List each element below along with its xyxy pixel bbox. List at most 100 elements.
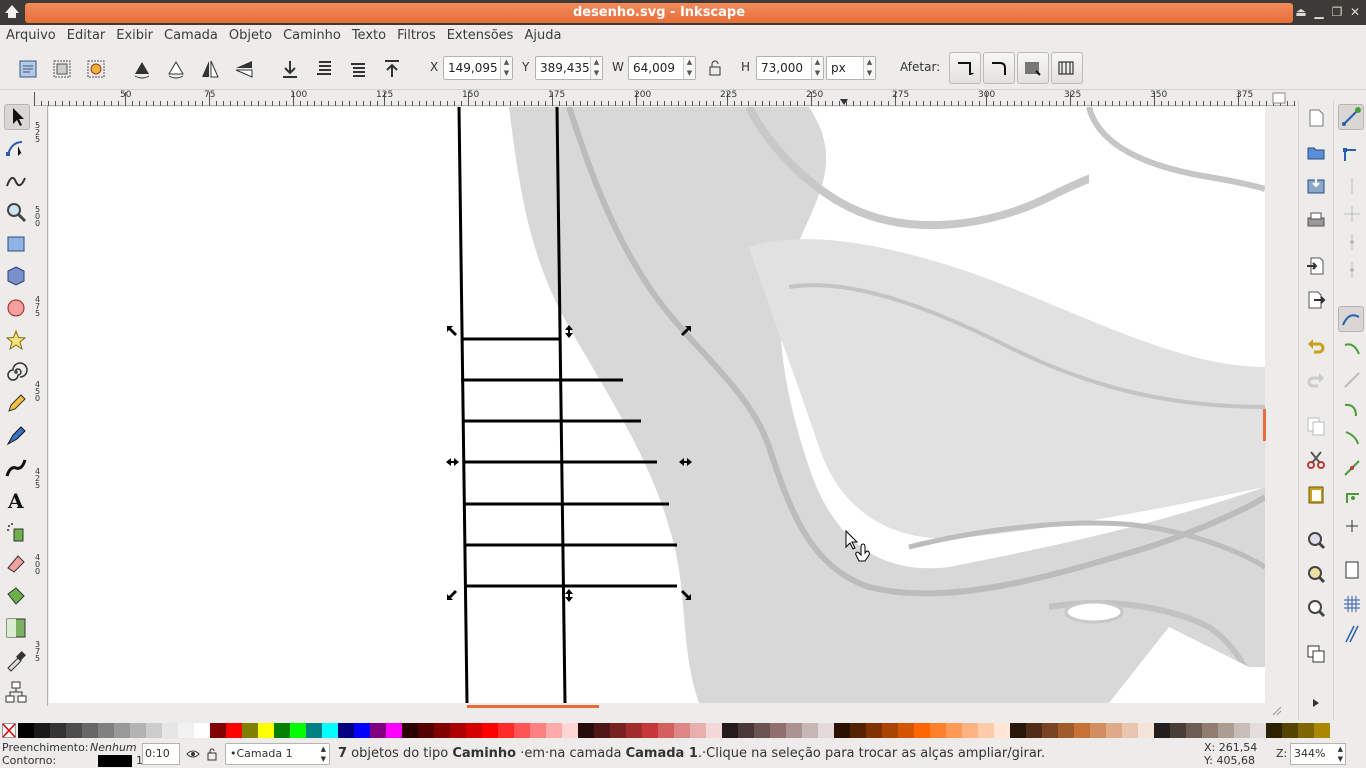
transform-gradients-toggle[interactable] <box>1017 52 1049 84</box>
lower-icon[interactable] <box>313 58 335 80</box>
calligraphy-tool[interactable] <box>4 456 30 482</box>
color-swatch[interactable] <box>194 723 210 738</box>
snap-bbox-edge-icon[interactable] <box>1342 176 1362 196</box>
color-swatch[interactable] <box>82 723 98 738</box>
color-swatch[interactable] <box>274 723 290 738</box>
color-swatch[interactable] <box>770 723 786 738</box>
color-swatch[interactable] <box>66 723 82 738</box>
color-swatch[interactable] <box>642 723 658 738</box>
color-swatch[interactable] <box>930 723 946 738</box>
snap-object-centers-icon[interactable] <box>1342 486 1362 506</box>
color-swatch[interactable] <box>418 723 434 738</box>
color-swatch[interactable] <box>1282 723 1298 738</box>
color-swatch[interactable] <box>290 723 306 738</box>
lock-guides-icon[interactable] <box>1272 92 1286 104</box>
flip-horizontal-icon[interactable] <box>199 58 221 80</box>
color-swatch[interactable] <box>114 723 130 738</box>
x-input[interactable]: 149,095 ▲ ▼ <box>443 56 513 80</box>
zoom-tool[interactable] <box>4 200 30 226</box>
selector-tool[interactable] <box>4 104 30 130</box>
maximize-icon[interactable]: ❐ <box>1330 4 1344 20</box>
select-all-layers-icon[interactable] <box>51 58 73 80</box>
horizontal-ruler[interactable]: 50 75 100 125 150 175 200 225 250 275 30… <box>34 90 1296 106</box>
scale-stroke-toggle[interactable] <box>949 52 981 84</box>
zoom-drawing-icon[interactable] <box>1306 564 1326 584</box>
window-menu-icon[interactable]: ⏏ <box>1294 4 1308 20</box>
color-swatch[interactable] <box>594 723 610 738</box>
h-input[interactable]: 73,000 ▲ ▼ <box>756 56 824 80</box>
color-swatch[interactable] <box>850 723 866 738</box>
drawing-canvas[interactable] <box>49 107 1265 703</box>
transform-patterns-toggle[interactable] <box>1051 52 1083 84</box>
color-swatch[interactable] <box>978 723 994 738</box>
select-all-icon[interactable] <box>17 58 39 80</box>
color-swatch[interactable] <box>1234 723 1250 738</box>
menu-ajuda[interactable]: Ajuda <box>524 28 561 43</box>
menu-exibir[interactable]: Exibir <box>116 28 153 43</box>
pencil-tool[interactable] <box>4 392 30 418</box>
snap-bbox-icon[interactable] <box>1342 144 1362 164</box>
text-tool[interactable]: A <box>4 488 30 514</box>
color-swatch[interactable] <box>162 723 178 738</box>
snap-paths-icon[interactable] <box>1342 340 1362 360</box>
color-swatch[interactable] <box>1186 723 1202 738</box>
paint-bucket-tool[interactable] <box>4 584 30 610</box>
stroke-color-swatch[interactable] <box>98 755 132 767</box>
color-swatch[interactable] <box>674 723 690 738</box>
print-icon[interactable] <box>1306 210 1326 230</box>
rectangle-tool[interactable] <box>4 232 30 258</box>
color-swatch[interactable] <box>1122 723 1138 738</box>
color-palette[interactable] <box>0 722 1366 739</box>
import-icon[interactable] <box>1306 256 1326 276</box>
color-swatch[interactable] <box>1138 723 1154 738</box>
gradient-tool[interactable] <box>4 616 30 642</box>
color-swatch[interactable] <box>482 723 498 738</box>
color-swatch[interactable] <box>946 723 962 738</box>
raise-to-top-icon[interactable] <box>381 58 403 80</box>
color-swatch[interactable] <box>882 723 898 738</box>
vertical-scroll-thumb[interactable] <box>1263 409 1266 441</box>
rotate-ccw-icon[interactable] <box>131 58 153 80</box>
color-swatch[interactable] <box>386 723 402 738</box>
y-spin-arrows[interactable]: ▲ ▼ <box>590 57 602 79</box>
color-swatch[interactable] <box>1010 723 1026 738</box>
resize-grip-icon[interactable] <box>1271 705 1283 717</box>
color-swatch[interactable] <box>1058 723 1074 738</box>
w-spin-arrows[interactable]: ▲ ▼ <box>683 57 695 79</box>
color-swatch[interactable] <box>1266 723 1282 738</box>
close-icon[interactable]: ✕ <box>1348 4 1362 20</box>
snap-intersections-icon[interactable] <box>1342 370 1362 390</box>
palette-swatches[interactable] <box>18 722 1330 739</box>
color-swatch[interactable] <box>210 723 226 738</box>
snap-cusp-nodes-icon[interactable] <box>1342 400 1362 420</box>
layer-select[interactable]: •Camada 1 ▲ ▼ <box>225 743 330 765</box>
fill-value[interactable]: Nenhum <box>90 741 137 754</box>
vertical-ruler[interactable]: 525 500 475 450 425 400 375 <box>34 106 48 706</box>
color-swatch[interactable] <box>706 723 722 738</box>
copy-icon[interactable] <box>1306 416 1326 436</box>
color-swatch[interactable] <box>242 723 258 738</box>
color-swatch[interactable] <box>610 723 626 738</box>
color-swatch[interactable] <box>338 723 354 738</box>
color-swatch[interactable] <box>754 723 770 738</box>
color-swatch[interactable] <box>626 723 642 738</box>
more-commands-icon[interactable] <box>1311 698 1321 708</box>
color-swatch[interactable] <box>1026 723 1042 738</box>
snap-bbox-corner-icon[interactable] <box>1342 204 1362 224</box>
color-swatch[interactable] <box>1250 723 1266 738</box>
snap-toggle[interactable] <box>1338 104 1364 130</box>
color-swatch[interactable] <box>1298 723 1314 738</box>
tweak-tool[interactable] <box>4 168 30 194</box>
color-swatch[interactable] <box>818 723 834 738</box>
scale-handle-top-left[interactable] <box>447 326 457 336</box>
h-spin-arrows[interactable]: ▲ ▼ <box>811 57 823 79</box>
open-folder-icon[interactable] <box>1306 142 1326 162</box>
connector-tool[interactable] <box>4 680 30 706</box>
color-swatch[interactable] <box>786 723 802 738</box>
w-input[interactable]: 64,009 ▲ ▼ <box>628 56 696 80</box>
color-swatch[interactable] <box>1090 723 1106 738</box>
color-swatch[interactable] <box>226 723 242 738</box>
color-swatch[interactable] <box>258 723 274 738</box>
cut-icon[interactable] <box>1306 450 1326 470</box>
color-swatch[interactable] <box>1170 723 1186 738</box>
